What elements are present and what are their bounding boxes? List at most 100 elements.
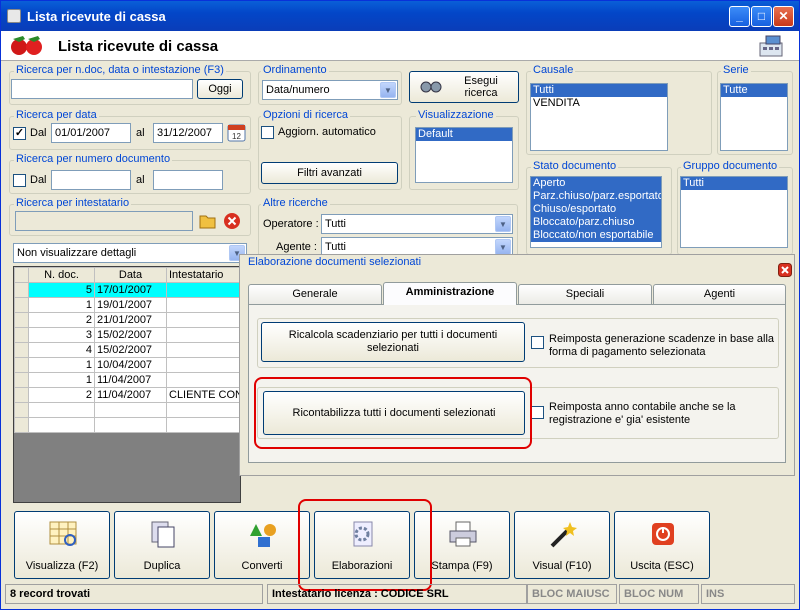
- stato-item[interactable]: Aperto: [531, 177, 661, 190]
- close-button[interactable]: ✕: [773, 6, 794, 27]
- cell-intestatario[interactable]: [166, 297, 240, 313]
- table-row[interactable]: 2 11/04/2007 CLIENTE CON: [14, 387, 240, 403]
- cell-data[interactable]: 17/01/2007: [94, 282, 167, 298]
- cell-data[interactable]: 11/04/2007: [94, 387, 167, 403]
- empty-cell: [28, 417, 95, 433]
- reset-schedule-checkbox[interactable]: [531, 336, 544, 349]
- causale-item[interactable]: Tutti: [531, 84, 667, 97]
- cell-intestatario[interactable]: [166, 312, 240, 328]
- duplicate-button[interactable]: Duplica: [114, 511, 210, 579]
- records-table[interactable]: N. doc. Data Intestatario 5 17/01/2007 1 19…: [14, 267, 240, 433]
- empty-table-row: [14, 417, 240, 433]
- cell-data[interactable]: 21/01/2007: [94, 312, 167, 328]
- view-item-default[interactable]: Default: [416, 128, 512, 141]
- cell-data[interactable]: 15/02/2007: [94, 342, 167, 358]
- row-header[interactable]: [14, 342, 29, 358]
- processing-panel-title: Elaborazione documenti selezionati: [248, 256, 422, 268]
- num-to-input[interactable]: [153, 170, 223, 190]
- date-to-input[interactable]: 31/12/2007: [153, 123, 223, 143]
- row-header[interactable]: [14, 357, 29, 373]
- table-row[interactable]: 1 19/01/2007: [14, 297, 240, 313]
- tab-agenti[interactable]: Agenti: [653, 284, 786, 304]
- cell-intestatario[interactable]: [166, 282, 240, 298]
- reset-year-checkbox[interactable]: [531, 406, 544, 419]
- folder-open-icon[interactable]: [198, 211, 218, 231]
- tab-amministrazione[interactable]: Amministrazione: [383, 282, 517, 305]
- recalc-schedule-button[interactable]: Ricalcola scadenziario per tutti i docum…: [261, 322, 525, 362]
- cell-ndoc[interactable]: 5: [28, 282, 95, 298]
- num-from-input[interactable]: [51, 170, 131, 190]
- close-icon[interactable]: [778, 263, 792, 277]
- visualize-button[interactable]: Visualizza (F2): [14, 511, 110, 579]
- cell-intestatario[interactable]: [166, 327, 240, 343]
- num-search-checkbox[interactable]: [13, 174, 26, 187]
- cell-ndoc[interactable]: 2: [28, 387, 95, 403]
- details-select[interactable]: Non visualizzare dettagli ▼: [13, 243, 247, 263]
- row-header[interactable]: [14, 297, 29, 313]
- cell-data[interactable]: 15/02/2007: [94, 327, 167, 343]
- row-header[interactable]: [14, 327, 29, 343]
- col-header-data[interactable]: Data: [94, 267, 167, 283]
- date-from-input[interactable]: 01/01/2007: [51, 123, 131, 143]
- table-row[interactable]: 3 15/02/2007: [14, 327, 240, 343]
- table-row[interactable]: 5 17/01/2007: [14, 282, 240, 298]
- cell-intestatario[interactable]: [166, 342, 240, 358]
- cell-ndoc[interactable]: 3: [28, 327, 95, 343]
- gruppo-item[interactable]: Tutti: [681, 177, 787, 190]
- gruppo-list[interactable]: Tutti: [680, 176, 788, 248]
- cell-ndoc[interactable]: 1: [28, 297, 95, 313]
- view-list[interactable]: Default: [415, 127, 513, 183]
- table-row[interactable]: 2 21/01/2007: [14, 312, 240, 328]
- tab-speciali[interactable]: Speciali: [518, 284, 652, 304]
- exit-button[interactable]: Uscita (ESC): [614, 511, 710, 579]
- operator-select[interactable]: Tutti ▼: [321, 214, 513, 234]
- convert-button[interactable]: Converti: [214, 511, 310, 579]
- cell-data[interactable]: 11/04/2007: [94, 372, 167, 388]
- table-row[interactable]: 1 10/04/2007: [14, 357, 240, 373]
- causale-item[interactable]: VENDITA: [531, 97, 667, 110]
- stato-list[interactable]: Aperto Parz.chiuso/parz.esportato Chiuso…: [530, 176, 662, 248]
- table-row[interactable]: 4 15/02/2007: [14, 342, 240, 358]
- visual-button[interactable]: Visual (F10): [514, 511, 610, 579]
- cell-ndoc[interactable]: 2: [28, 312, 95, 328]
- row-header[interactable]: [14, 387, 29, 403]
- holder-input[interactable]: [15, 211, 193, 231]
- date-search-checkbox[interactable]: ✓: [13, 127, 26, 140]
- causale-label: Causale: [531, 64, 576, 76]
- cell-data[interactable]: 19/01/2007: [94, 297, 167, 313]
- table-row[interactable]: 1 11/04/2007: [14, 372, 240, 388]
- cell-ndoc[interactable]: 1: [28, 372, 95, 388]
- stato-item[interactable]: Bloccato/non esportabile: [531, 229, 661, 242]
- reset-year-label: Reimposta anno contabile anche se la reg…: [549, 401, 736, 426]
- row-header[interactable]: [14, 372, 29, 388]
- search-input[interactable]: [11, 79, 193, 99]
- col-header-intestatario[interactable]: Intestatario: [166, 267, 240, 283]
- cell-ndoc[interactable]: 4: [28, 342, 95, 358]
- serie-list[interactable]: Tutte: [720, 83, 788, 151]
- row-header[interactable]: [14, 312, 29, 328]
- stato-item[interactable]: Chiuso/esportato: [531, 203, 661, 216]
- maximize-button[interactable]: □: [751, 6, 772, 27]
- cell-intestatario[interactable]: CLIENTE CON: [166, 387, 240, 403]
- cell-ndoc[interactable]: 1: [28, 357, 95, 373]
- clear-icon[interactable]: [222, 211, 242, 231]
- advanced-filters-button[interactable]: Filtri avanzati: [261, 162, 398, 184]
- cell-intestatario[interactable]: [166, 372, 240, 388]
- minimize-button[interactable]: _: [729, 6, 750, 27]
- stato-item[interactable]: Parz.chiuso/parz.esportato: [531, 190, 661, 203]
- execute-search-button[interactable]: Esegui ricerca: [409, 71, 519, 103]
- tab-generale[interactable]: Generale: [248, 284, 382, 304]
- row-header[interactable]: [14, 282, 29, 298]
- calendar-icon[interactable]: 12: [227, 123, 247, 143]
- status-num-lock: BLOC NUM: [619, 584, 699, 604]
- causale-list[interactable]: Tutti VENDITA: [530, 83, 668, 151]
- oggi-button[interactable]: Oggi: [197, 79, 243, 99]
- cell-intestatario[interactable]: [166, 357, 240, 373]
- stato-item[interactable]: Bloccato/parz.chiuso: [531, 216, 661, 229]
- cell-data[interactable]: 10/04/2007: [94, 357, 167, 373]
- auto-update-checkbox[interactable]: [261, 126, 274, 139]
- serie-item[interactable]: Tutte: [721, 84, 787, 97]
- col-header-ndoc[interactable]: N. doc.: [28, 267, 95, 283]
- gruppo-label: Gruppo documento: [681, 160, 780, 172]
- ordering-select[interactable]: Data/numero ▼: [262, 80, 398, 100]
